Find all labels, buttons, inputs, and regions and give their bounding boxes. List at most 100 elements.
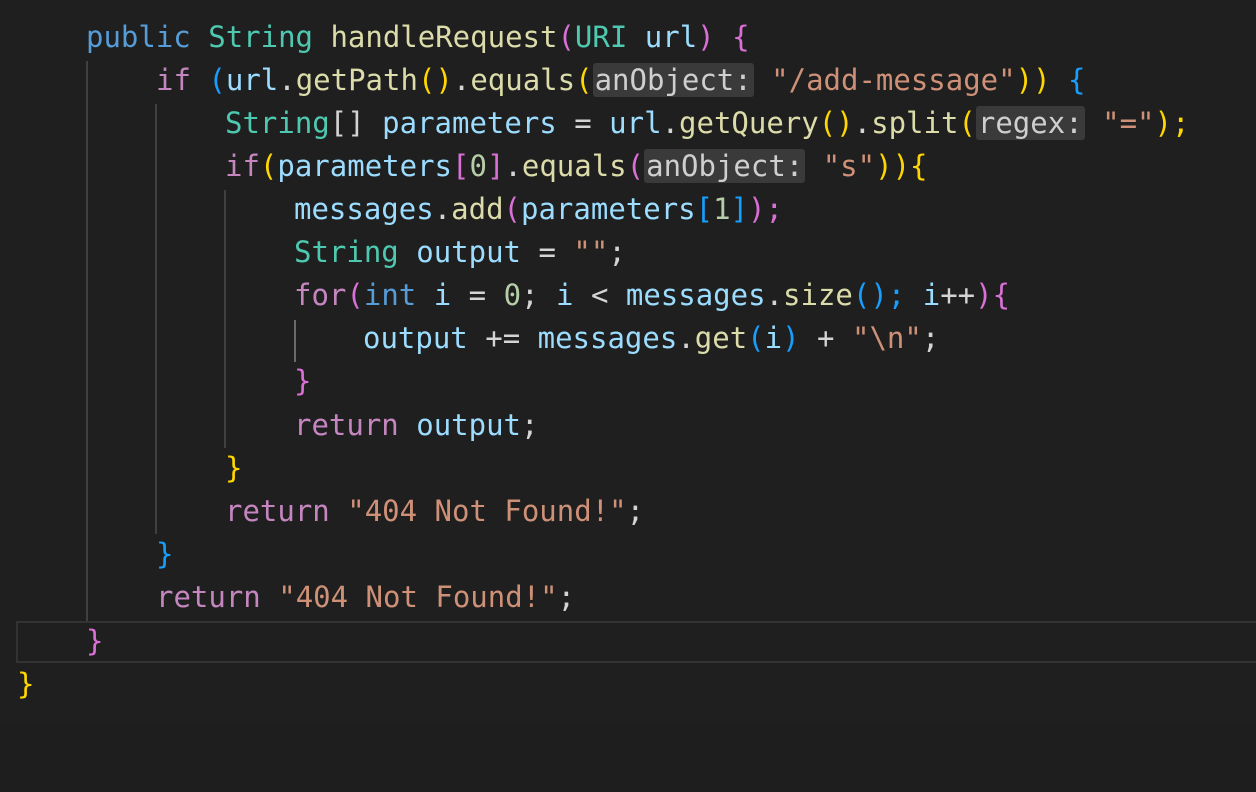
token: ;	[521, 278, 539, 312]
token: (	[346, 278, 364, 312]
token: int	[363, 278, 417, 312]
token: )	[782, 321, 800, 355]
token: );	[1154, 106, 1190, 140]
token: .	[661, 106, 680, 140]
token: (	[626, 149, 645, 183]
token: );	[748, 192, 783, 226]
token: getQuery	[679, 106, 819, 140]
indent-guide	[294, 320, 296, 362]
token: }	[156, 537, 174, 571]
token: =	[538, 235, 556, 269]
token: 0	[469, 149, 487, 183]
code-editor[interactable]: public String handleRequest(URI url) { i…	[0, 0, 1256, 726]
token: ()	[417, 63, 453, 97]
token: ;	[557, 580, 576, 614]
token: .	[677, 321, 695, 355]
token: =	[468, 278, 487, 312]
code-line-12[interactable]: return "404 Not Found!";	[0, 490, 644, 533]
token: i	[556, 278, 574, 312]
token: equals	[470, 63, 576, 97]
code-line-8[interactable]: output += messages.get(i) + "\n";	[0, 317, 939, 360]
indent-guide	[224, 190, 226, 448]
token: [	[452, 149, 470, 183]
token: }	[225, 451, 243, 485]
token: +	[817, 321, 835, 355]
token: []	[329, 106, 365, 140]
token: parameters	[521, 192, 696, 226]
inlay-hint: regex:	[975, 106, 1085, 140]
token: ;	[921, 321, 940, 355]
token: for	[294, 278, 347, 312]
token: equals	[521, 149, 627, 183]
token: i	[764, 321, 783, 355]
token: messages	[294, 192, 434, 226]
token: size	[783, 278, 853, 312]
token: add	[451, 192, 504, 226]
code-line-11[interactable]: }	[0, 447, 242, 490]
token: getPath	[295, 63, 418, 97]
code-line-4[interactable]: if(parameters[0].equals(anObject: "s")){	[0, 145, 928, 188]
token: url	[225, 63, 279, 97]
token: return	[294, 408, 399, 442]
token: url	[644, 20, 698, 54]
token: i	[922, 278, 941, 312]
token: .	[504, 149, 522, 183]
token: URI	[574, 20, 628, 54]
token: ]	[486, 149, 505, 183]
code-line-7[interactable]: for(int i = 0; i < messages.size(); i++)…	[0, 274, 1010, 317]
token: output	[416, 408, 521, 442]
code-line-15[interactable]: }	[0, 620, 103, 663]
token: .	[452, 63, 471, 97]
token: output	[416, 235, 521, 269]
indent-guide	[86, 61, 88, 621]
token: 1	[713, 192, 731, 226]
code-line-5[interactable]: messages.add(parameters[1]);	[0, 188, 783, 231]
token: }	[294, 364, 312, 398]
code-line-6[interactable]: String output = "";	[0, 231, 626, 274]
token: ;	[626, 494, 645, 528]
token: ""	[573, 235, 609, 269]
current-line-highlight	[16, 621, 1256, 663]
token: +=	[485, 321, 521, 355]
token: public	[86, 20, 191, 54]
token: (	[259, 149, 278, 183]
token: split	[871, 106, 959, 140]
token: ){	[975, 278, 1011, 312]
token: url	[609, 106, 662, 140]
token: }	[17, 667, 35, 701]
token: String	[294, 235, 399, 269]
token: if	[156, 63, 191, 97]
token: {	[910, 149, 928, 183]
code-line-14[interactable]: return "404 Not Found!";	[0, 576, 575, 619]
token: ;	[608, 235, 626, 269]
token: "404 Not Found!"	[347, 494, 627, 528]
token: {	[732, 20, 750, 54]
token: [	[695, 192, 714, 226]
token: ]	[730, 192, 749, 226]
code-line-1[interactable]: public String handleRequest(URI url) {	[0, 16, 750, 59]
token: messages	[625, 278, 766, 312]
token: 0	[503, 278, 522, 312]
token: ++	[940, 278, 976, 312]
token: ;	[521, 408, 539, 442]
code-line-13[interactable]: }	[0, 533, 173, 576]
token: parameters	[382, 106, 557, 140]
token: (	[747, 321, 765, 355]
code-line-9[interactable]: }	[0, 360, 311, 403]
token: "/add-message"	[771, 63, 1016, 97]
token: (	[208, 63, 226, 97]
token: messages	[537, 321, 678, 355]
code-line-2[interactable]: if (url.getPath().equals(anObject: "/add…	[0, 59, 1085, 102]
token: "="	[1102, 106, 1155, 140]
code-line-10[interactable]: return output;	[0, 404, 538, 447]
token: (	[575, 63, 593, 97]
code-line-3[interactable]: String[] parameters = url.getQuery().spl…	[0, 102, 1189, 145]
token: ))	[1015, 63, 1051, 97]
token: .	[278, 63, 296, 97]
token: output	[363, 321, 468, 355]
token: handleRequest	[330, 20, 558, 54]
token: i	[433, 278, 452, 312]
token: <	[590, 278, 609, 312]
token: .	[853, 106, 872, 140]
code-line-16[interactable]: }	[0, 663, 70, 706]
